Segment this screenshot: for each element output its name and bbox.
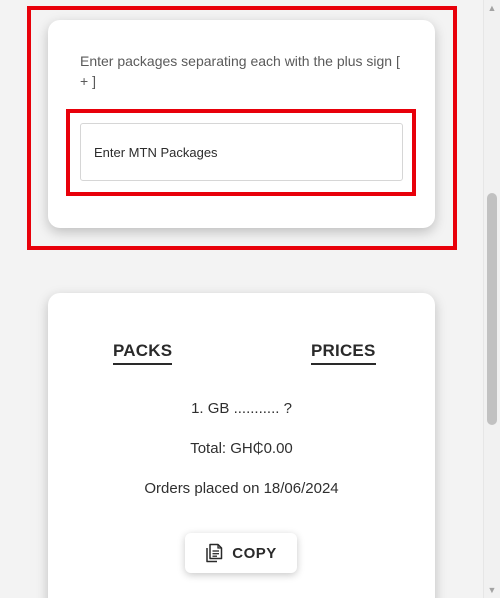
order-summary-card: PACKS PRICES 1. GB ........... ? Total: …: [48, 293, 435, 598]
packs-column-header: PACKS: [113, 341, 173, 365]
total-amount: Total: GH₵0.00: [190, 440, 293, 457]
scroll-down-arrow-icon[interactable]: ▼: [484, 582, 500, 598]
page: Enter packages separating each with the …: [0, 0, 500, 598]
package-line-item: 1. GB ........... ?: [191, 400, 292, 417]
highlight-box-input: [66, 109, 416, 196]
scrollbar-thumb[interactable]: [487, 193, 497, 425]
copy-button-label: COPY: [232, 544, 277, 562]
prices-column-header: PRICES: [311, 341, 376, 365]
scroll-up-arrow-icon[interactable]: ▲: [484, 0, 500, 16]
copy-button[interactable]: COPY: [185, 533, 297, 573]
vertical-scrollbar[interactable]: ▲ ▼: [483, 0, 500, 598]
copy-document-icon: [205, 543, 223, 563]
orders-placed-date: Orders placed on 18/06/2024: [144, 480, 339, 497]
